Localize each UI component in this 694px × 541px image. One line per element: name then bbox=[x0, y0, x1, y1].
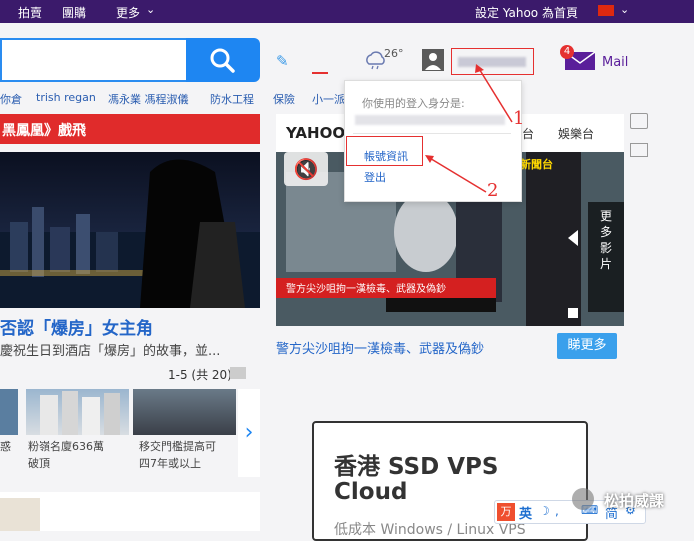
wechat-icon bbox=[572, 488, 594, 510]
moon-icon[interactable]: ☽ bbox=[539, 504, 550, 518]
comma-icon[interactable]: , bbox=[555, 504, 559, 518]
ad-title-line1: 香港 SSD VPS bbox=[334, 454, 499, 480]
watermark-text: 松拍威課 bbox=[604, 492, 665, 510]
ime-lang[interactable]: 英 bbox=[519, 503, 532, 522]
ime-logo-icon: 万 bbox=[497, 503, 515, 521]
annotation-number-1: 1 bbox=[513, 108, 525, 129]
ad-title-line2: Cloud bbox=[334, 479, 408, 505]
annotation-number-2: 2 bbox=[487, 180, 499, 201]
